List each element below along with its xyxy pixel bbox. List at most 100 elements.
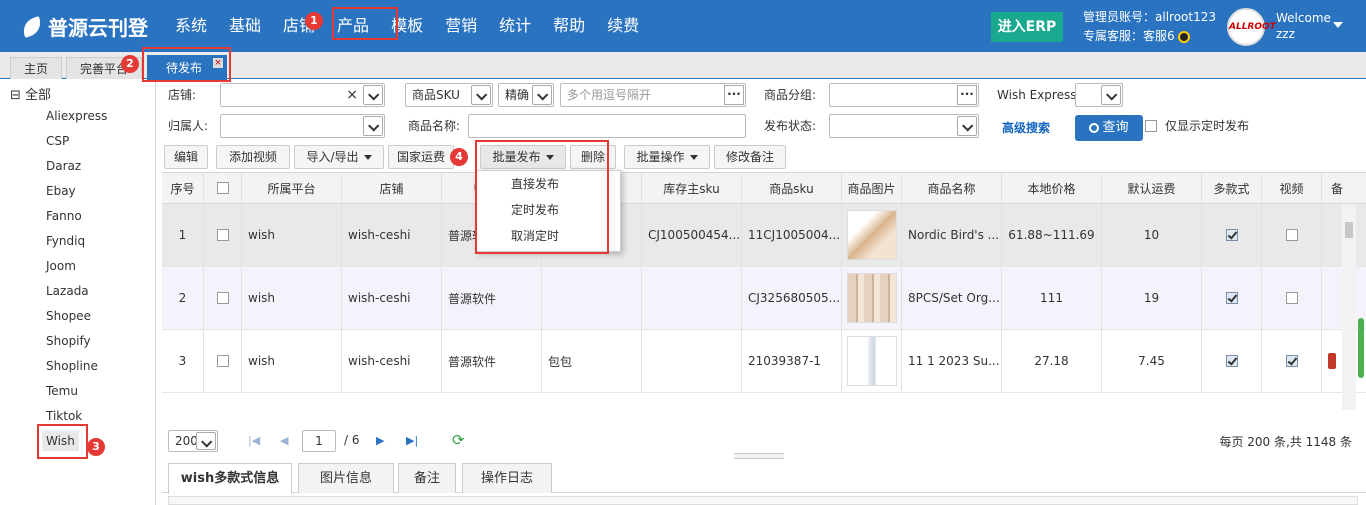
add-video-button[interactable]: 添加视频	[216, 145, 290, 169]
row-video-cell	[1262, 330, 1322, 392]
clear-icon[interactable]: ×	[346, 84, 358, 106]
scroll-thumb[interactable]	[1345, 222, 1353, 238]
tree-item-wish[interactable]: Wish	[42, 431, 79, 451]
edit-remark-button[interactable]: 修改备注	[714, 145, 786, 169]
tree-root-all[interactable]: ⊟ 全部	[10, 84, 51, 103]
advanced-search-link[interactable]: 高级搜索	[1002, 117, 1050, 139]
tab-wish-variants[interactable]: wish多款式信息	[168, 463, 292, 494]
row-checkbox[interactable]	[216, 229, 229, 241]
col-video: 视频	[1262, 173, 1322, 203]
country-shipping-button[interactable]: 国家运费	[388, 145, 454, 169]
tree-item-aliexpress[interactable]: Aliexpress	[46, 106, 107, 126]
product-thumbnail[interactable]	[846, 273, 897, 323]
publish-status-select[interactable]	[829, 114, 979, 138]
menu-item-cancel-schedule[interactable]: 取消定时	[477, 223, 620, 249]
sku-input[interactable]: 多个用逗号隔开 ···	[560, 83, 746, 107]
next-page-icon[interactable]: ▶	[376, 434, 384, 447]
last-page-icon[interactable]: ▶|	[406, 434, 418, 447]
avatar[interactable]: ALLROOT	[1227, 8, 1276, 46]
match-mode-select[interactable]: 精确	[498, 83, 554, 107]
more-icon[interactable]: ···	[957, 85, 977, 105]
chevron-down-icon[interactable]	[363, 116, 383, 136]
tree-item-ebay[interactable]: Ebay	[46, 181, 76, 201]
tree-item-tiktok[interactable]: Tiktok	[46, 406, 82, 426]
row-price: 111	[1002, 267, 1102, 329]
tree-item-shopline[interactable]: Shopline	[46, 356, 98, 376]
nav-product[interactable]: 产品	[337, 0, 369, 52]
tree-item-daraz[interactable]: Daraz	[46, 156, 81, 176]
qq-icon[interactable]	[1178, 30, 1191, 43]
tree-item-csp[interactable]: CSP	[46, 131, 69, 151]
step-badge-4: 4	[450, 148, 468, 166]
prev-page-icon[interactable]: ◀	[280, 434, 288, 447]
page-size-select[interactable]: 200	[168, 430, 218, 452]
chevron-down-icon[interactable]	[363, 85, 383, 105]
nav-help[interactable]: 帮助	[553, 0, 585, 52]
product-thumbnail[interactable]	[846, 210, 897, 260]
batch-publish-button[interactable]: 批量发布	[480, 145, 566, 169]
tab-label: 待发布	[166, 61, 203, 75]
sku-type-select[interactable]: 商品SKU	[405, 83, 493, 107]
chevron-down-icon[interactable]	[471, 85, 491, 105]
tree-item-fyndiq[interactable]: Fyndiq	[46, 231, 85, 251]
remark-tag-icon[interactable]	[1328, 353, 1336, 369]
row-price: 27.18	[1002, 330, 1102, 392]
owner-select[interactable]	[220, 114, 385, 138]
nav-statistics[interactable]: 统计	[499, 0, 531, 52]
chevron-down-icon[interactable]	[196, 432, 216, 450]
nav-marketing[interactable]: 营销	[445, 0, 477, 52]
user-menu[interactable]: Welcome zzz	[1276, 10, 1331, 42]
table-row[interactable]: 1 wish wish-ceshi 普源软件 CJ100500454... 11…	[162, 204, 1366, 267]
tab-operation-log[interactable]: 操作日志	[462, 463, 552, 493]
app-logo[interactable]: 普源云刊登	[19, 12, 148, 41]
table-row[interactable]: 2 wish wish-ceshi 普源软件 CJ325680505... 8P…	[162, 267, 1366, 330]
tree-item-shopee[interactable]: Shopee	[46, 306, 91, 326]
nav-template[interactable]: 模板	[391, 0, 423, 52]
nav-system[interactable]: 系统	[175, 0, 207, 52]
more-icon[interactable]: ···	[724, 85, 744, 105]
wish-express-select[interactable]	[1075, 83, 1123, 107]
tab-images[interactable]: 图片信息	[298, 463, 394, 493]
page-scroll-indicator[interactable]	[1358, 318, 1364, 378]
tree-item-joom[interactable]: Joom	[46, 256, 76, 276]
nav-renew[interactable]: 续费	[607, 0, 639, 52]
group-input[interactable]: ···	[829, 83, 979, 107]
delete-button[interactable]: 删除	[570, 145, 616, 169]
batch-operation-button[interactable]: 批量操作	[624, 145, 710, 169]
product-thumbnail[interactable]	[846, 336, 897, 386]
table-row[interactable]: 3 wish wish-ceshi 普源软件 包包 21039387-1 11 …	[162, 330, 1366, 393]
chevron-down-icon[interactable]	[1333, 22, 1343, 28]
chevron-down-icon[interactable]	[1101, 85, 1121, 105]
service-contact[interactable]: 专属客服：客服6	[1083, 27, 1216, 46]
edit-button[interactable]: 编辑	[164, 145, 208, 169]
refresh-icon[interactable]: ⟳	[452, 431, 465, 449]
row-checkbox[interactable]	[216, 292, 229, 304]
tree-item-shopify[interactable]: Shopify	[46, 331, 91, 351]
import-export-button[interactable]: 导入/导出	[294, 145, 384, 169]
only-scheduled-checkbox[interactable]	[1145, 120, 1157, 132]
platform-tree: ⊟ 全部 Aliexpress CSP Daraz Ebay Fanno Fyn…	[0, 80, 156, 505]
search-button[interactable]: 查询	[1075, 115, 1143, 141]
tree-item-temu[interactable]: Temu	[46, 381, 78, 401]
first-page-icon[interactable]: |◀	[248, 434, 260, 447]
shop-select[interactable]: ×	[220, 83, 385, 107]
chevron-down-icon[interactable]	[532, 85, 552, 105]
tree-item-fanno[interactable]: Fanno	[46, 206, 82, 226]
product-name-input[interactable]	[468, 114, 746, 138]
grid-vertical-scrollbar[interactable]	[1342, 204, 1356, 410]
tree-item-lazada[interactable]: Lazada	[46, 281, 89, 301]
page-number-input[interactable]: 1	[302, 430, 336, 452]
nav-basic[interactable]: 基础	[229, 0, 261, 52]
menu-item-scheduled-publish[interactable]: 定时发布	[477, 197, 620, 223]
menu-item-publish-now[interactable]: 直接发布	[477, 171, 620, 197]
enter-erp-button[interactable]: 进入ERP	[991, 12, 1063, 42]
splitter-handle[interactable]	[734, 453, 784, 459]
tab-pending-publish[interactable]: 待发布 ×	[147, 55, 227, 80]
select-all-checkbox[interactable]	[216, 182, 229, 194]
tab-remarks[interactable]: 备注	[398, 463, 456, 493]
chevron-down-icon[interactable]	[957, 116, 977, 136]
close-icon[interactable]: ×	[213, 58, 223, 68]
row-checkbox[interactable]	[216, 355, 229, 367]
tab-home[interactable]: 主页	[10, 57, 62, 79]
row-name: Nordic Bird's ...	[902, 204, 1002, 266]
